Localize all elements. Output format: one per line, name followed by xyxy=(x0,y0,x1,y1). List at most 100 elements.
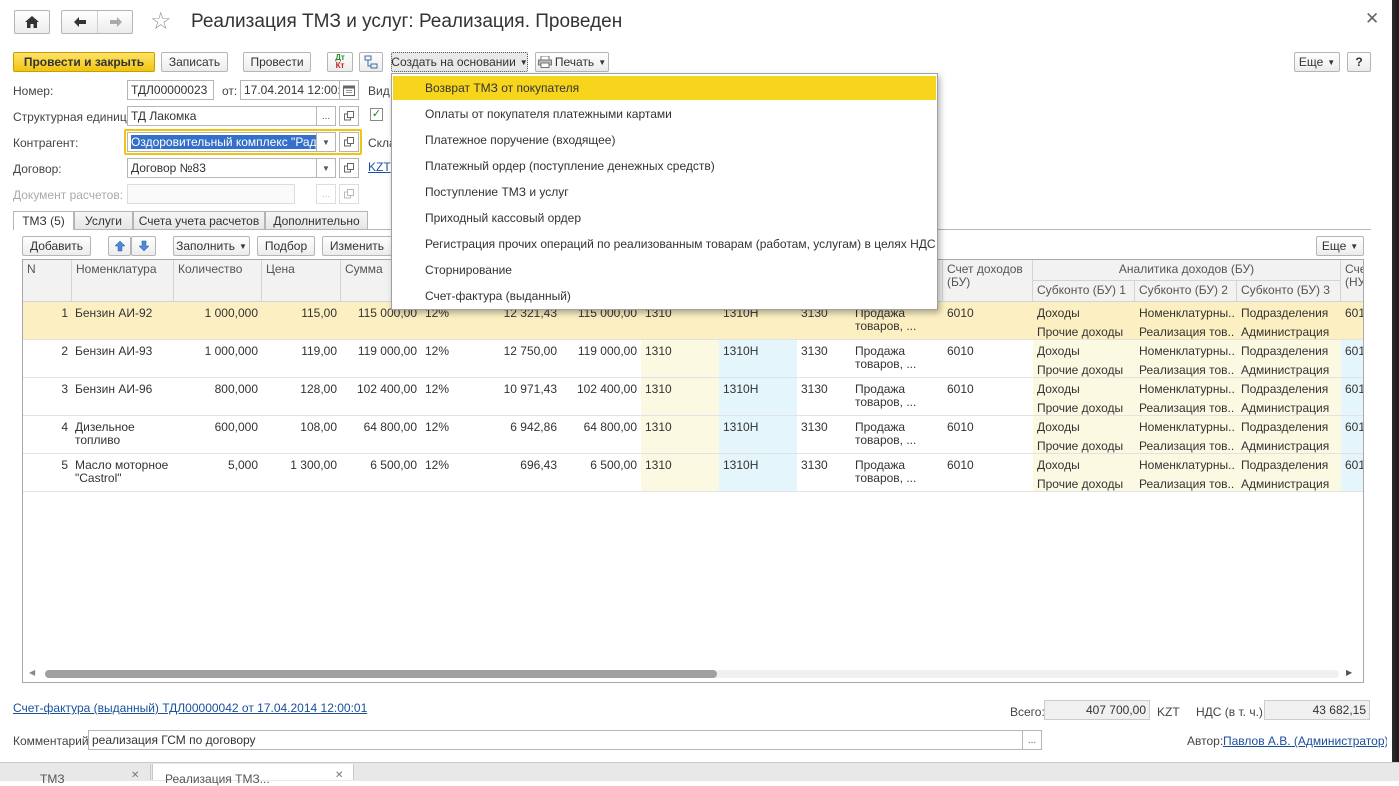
close-icon[interactable]: ✕ xyxy=(335,770,343,781)
cell-op2: товаров, ... xyxy=(855,434,917,447)
col-subconto-2[interactable]: Субконто (БУ) 2 xyxy=(1135,281,1237,302)
chevron-down-icon: ▼ xyxy=(322,163,330,173)
close-icon[interactable]: ✕ xyxy=(1365,9,1379,29)
table-more-button[interactable]: Еще ▼ xyxy=(1316,236,1364,256)
contractor-field[interactable]: Оздоровительный комплекс "Радуж xyxy=(127,132,317,152)
menu-item[interactable]: Поступление ТМЗ и услуг xyxy=(393,180,936,204)
menu-item[interactable]: Платежный ордер (поступление денежных ср… xyxy=(393,154,936,178)
comment-select-button[interactable]: ... xyxy=(1022,730,1042,750)
col-qty[interactable]: Количество xyxy=(174,260,262,302)
doc-field[interactable] xyxy=(127,184,295,204)
menu-item[interactable]: Сторнирование xyxy=(393,258,936,282)
create-based-button[interactable]: Создать на основании ▼ xyxy=(391,52,528,72)
col-subconto-1[interactable]: Субконто (БУ) 1 xyxy=(1033,281,1135,302)
menu-item[interactable]: Возврат ТМЗ от покупателя xyxy=(393,76,936,100)
cell-vat_rate: 12% xyxy=(425,459,450,472)
menu-item[interactable]: Счет-фактура (выданный) xyxy=(393,284,936,308)
contract-open-button[interactable] xyxy=(339,158,359,178)
tab-services[interactable]: Услуги xyxy=(74,211,133,229)
doc-select-button[interactable]: ... xyxy=(316,184,336,204)
cell-acc3: 3130 xyxy=(801,345,828,358)
cell-s1b: Прочие доходы xyxy=(1037,402,1124,415)
table-row[interactable]: 5 Масло моторное "Castrol" 5,000 1 300,00 6 5… xyxy=(23,454,1363,492)
more-button[interactable]: Еще ▼ xyxy=(1294,52,1340,72)
unit-open-button[interactable] xyxy=(339,106,359,126)
col-price[interactable]: Цена xyxy=(262,260,341,302)
col-item[interactable]: Номенклатура xyxy=(72,260,174,302)
window-tab-realization[interactable]: Реализация ТМЗ... ✕ xyxy=(152,764,354,786)
author-link[interactable]: Павлов А.В. (Администратор) xyxy=(1223,734,1389,748)
back-button[interactable] xyxy=(62,11,98,33)
total-field: 407 700,00 xyxy=(1044,700,1150,720)
unit-select-button[interactable]: ... xyxy=(316,106,336,126)
home-button[interactable] xyxy=(14,10,50,34)
scrollbar-thumb[interactable] xyxy=(45,670,717,678)
cell-vat_rate: 12% xyxy=(425,421,450,434)
vid-checkbox[interactable]: ✓ xyxy=(370,108,383,121)
save-button[interactable]: Записать xyxy=(161,52,228,72)
cell-s1b: Прочие доходы xyxy=(1037,364,1124,377)
scroll-right-icon[interactable]: ▶ xyxy=(1346,668,1352,677)
col-n[interactable]: N xyxy=(23,260,72,302)
unit-field[interactable]: ТД Лакомка xyxy=(127,106,317,126)
menu-item[interactable]: Платежное поручение (входящее) xyxy=(393,128,936,152)
doc-open-button[interactable] xyxy=(339,184,359,204)
print-button[interactable]: Печать ▼ xyxy=(535,52,609,72)
col-income-analytics[interactable]: Аналитика доходов (БУ) xyxy=(1033,260,1341,281)
help-button[interactable]: ? xyxy=(1347,52,1371,72)
goods-table[interactable]: N Номенклатура Количество Цена Сумма Сче… xyxy=(22,259,1364,683)
dt-kt-button[interactable]: Дт Кт xyxy=(327,52,353,72)
cell-nu: 601 xyxy=(1345,421,1364,434)
chevron-down-icon: ▼ xyxy=(1350,241,1359,251)
scroll-left-icon[interactable]: ◀ xyxy=(29,668,35,677)
favorite-star-icon[interactable]: ☆ xyxy=(150,9,172,35)
calendar-button[interactable] xyxy=(339,80,359,100)
contractor-dropdown-button[interactable]: ▼ xyxy=(316,132,336,152)
invoice-link[interactable]: Счет-фактура (выданный) ТДЛ00000042 от 1… xyxy=(13,701,367,715)
cell-n: 5 xyxy=(61,459,68,472)
cell-s3a: Подразделения xyxy=(1241,307,1329,320)
tab-tmz[interactable]: ТМЗ (5) xyxy=(13,211,74,230)
number-field[interactable]: ТДЛ00000023 xyxy=(127,80,214,100)
structure-button[interactable] xyxy=(359,52,383,72)
change-button[interactable]: Изменить xyxy=(322,236,392,256)
cell-s1b: Прочие доходы xyxy=(1037,478,1124,491)
contractor-open-button[interactable] xyxy=(339,132,359,152)
author-label: Автор: xyxy=(1187,734,1224,748)
move-up-button[interactable] xyxy=(108,236,131,256)
cell-vat: 10 971,43 xyxy=(503,383,557,396)
cell-vat: 12 750,00 xyxy=(503,345,557,358)
cell-acc2: 1310Н xyxy=(723,459,759,472)
contract-dropdown-button[interactable]: ▼ xyxy=(316,158,336,178)
cell-acc1: 1310 xyxy=(645,345,672,358)
col-income-account[interactable]: Счет доходов (БУ) xyxy=(943,260,1033,302)
forward-button[interactable] xyxy=(98,11,133,33)
horizontal-scrollbar[interactable] xyxy=(45,670,1339,678)
tab-additional[interactable]: Дополнительно xyxy=(265,211,368,229)
contract-field[interactable]: Договор №83 xyxy=(127,158,317,178)
printer-icon xyxy=(537,56,552,68)
move-down-button[interactable] xyxy=(131,236,156,256)
table-row[interactable]: 3 Бензин АИ-96 800,000 128,00 102 400,00 12% 1… xyxy=(23,378,1363,416)
table-row[interactable]: 4 Дизельное топливо 600,000 108,00 64 800,00 1… xyxy=(23,416,1363,454)
date-field[interactable]: 17.04.2014 12:00:0 xyxy=(240,80,340,100)
menu-item[interactable]: Оплаты от покупателя платежными картами xyxy=(393,102,936,126)
close-icon[interactable]: ✕ xyxy=(131,770,139,781)
tab-settlement-accounts[interactable]: Счета учета расчетов xyxy=(133,211,265,229)
table-row[interactable]: 2 Бензин АИ-93 1 000,000 119,00 119 000,00 12… xyxy=(23,340,1363,378)
cell-s3a: Подразделения xyxy=(1241,459,1329,472)
post-button[interactable]: Провести xyxy=(243,52,311,72)
fill-button[interactable]: Заполнить ▼ xyxy=(173,236,250,256)
pick-button[interactable]: Подбор xyxy=(257,236,315,256)
menu-item[interactable]: Регистрация прочих операций по реализова… xyxy=(393,232,936,256)
create-based-menu: Возврат ТМЗ от покупателя Оплаты от покуп… xyxy=(391,73,938,310)
comment-field[interactable]: реализация ГСМ по договору xyxy=(88,730,1023,750)
post-and-close-button[interactable]: Провести и закрыть xyxy=(13,52,155,72)
col-subconto-3[interactable]: Субконто (БУ) 3 xyxy=(1237,281,1341,302)
col-nu-account[interactable]: Счет (НУ xyxy=(1341,260,1363,302)
cell-s2a: Номенклатурны... xyxy=(1139,345,1235,358)
window-tab-tmz[interactable]: ТМЗ ✕ xyxy=(0,764,151,786)
add-row-button[interactable]: Добавить xyxy=(22,236,91,256)
currency-link[interactable]: KZT xyxy=(368,160,391,174)
menu-item[interactable]: Приходный кассовый ордер xyxy=(393,206,936,230)
